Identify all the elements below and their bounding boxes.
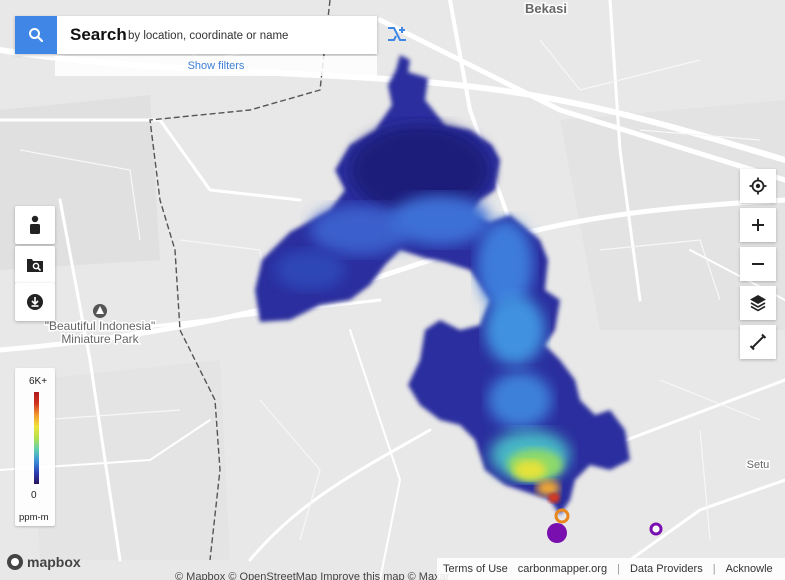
divider: |	[712, 563, 716, 575]
layers-button[interactable]	[740, 286, 776, 320]
park-poi-icon	[93, 304, 107, 318]
terms-link[interactable]: Terms of Use	[443, 563, 508, 575]
search-input[interactable]: by location, coordinate or name	[128, 30, 288, 42]
acknowledgements-link[interactable]: Acknowle	[726, 563, 773, 575]
park-label-line2: Miniature Park	[61, 332, 139, 346]
mapbox-logo[interactable]: mapbox	[6, 553, 81, 571]
map-canvas[interactable]: "Beautiful Indonesia" Miniature Park Bek…	[0, 0, 785, 580]
image-search-button[interactable]	[15, 246, 55, 284]
minus-icon	[752, 263, 764, 265]
town-label-setu: Setu	[747, 459, 770, 471]
geolocate-button[interactable]	[740, 169, 776, 203]
measure-button[interactable]	[740, 325, 776, 359]
person-icon	[30, 215, 40, 234]
legend-max-label: 6K+	[29, 376, 48, 387]
data-providers-link[interactable]: Data Providers	[630, 563, 703, 575]
mapbox-logo-icon	[7, 554, 23, 570]
search-button[interactable]	[15, 16, 57, 54]
map-copyright[interactable]: © Mapbox © OpenStreetMap Improve this ma…	[175, 571, 449, 580]
legend-color-ramp	[34, 392, 39, 484]
download-icon	[27, 294, 43, 310]
image-search-icon	[27, 259, 43, 272]
show-filters-link[interactable]: Show filters	[55, 56, 377, 76]
facility-marker[interactable]	[649, 522, 663, 536]
search-bar[interactable]: Search by location, coordinate or name	[15, 16, 377, 54]
people-button[interactable]	[15, 206, 55, 244]
plus-icon	[752, 219, 764, 231]
legend-unit-label: ppm-m	[19, 512, 49, 523]
ruler-icon	[749, 333, 767, 351]
concentration-legend: 6K+ 0 ppm-m	[15, 368, 55, 526]
search-icon	[29, 28, 44, 43]
carbonmapper-link[interactable]: carbonmapper.org	[518, 563, 607, 575]
zoom-out-button[interactable]	[740, 247, 776, 281]
layers-icon	[750, 295, 766, 312]
legend-min-label: 0	[31, 490, 37, 501]
divider: |	[617, 563, 620, 575]
mapbox-wordmark: mapbox	[27, 554, 81, 570]
zoom-in-button[interactable]	[740, 208, 776, 242]
park-label-line1: "Beautiful Indonesia"	[45, 319, 156, 333]
download-button[interactable]	[15, 283, 55, 321]
search-title: Search	[70, 25, 127, 44]
attribution-bar: Terms of Use carbonmapper.org | Data Pro…	[437, 558, 785, 580]
city-label-bekasi: Bekasi	[525, 1, 567, 16]
source-marker[interactable]	[547, 523, 567, 543]
filter-icon[interactable]	[386, 25, 408, 45]
crosshair-icon	[749, 177, 767, 195]
